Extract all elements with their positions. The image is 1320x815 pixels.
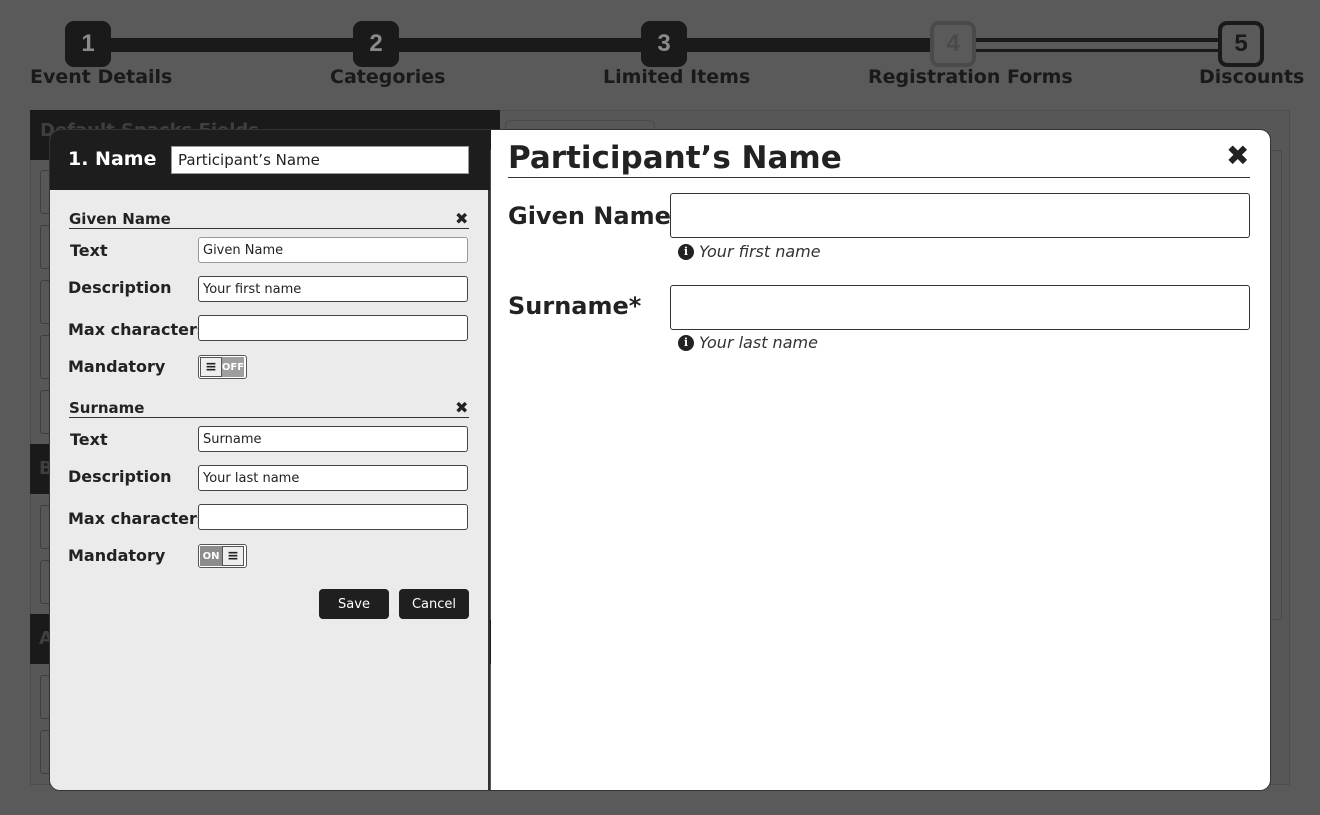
description-input[interactable] (198, 465, 468, 491)
info-icon: i (678, 334, 694, 351)
preview-field-help: i Your last name (678, 333, 818, 352)
description-label: Description (68, 467, 172, 486)
step-2-label[interactable]: Categories (330, 66, 445, 88)
cancel-button[interactable]: Cancel (399, 589, 469, 619)
preview-field-help: i Your first name (678, 242, 821, 261)
preview-help-text: Your last name (699, 333, 818, 352)
field-divider (69, 417, 469, 418)
preview-field-label: Surname* (508, 292, 642, 320)
mandatory-toggle[interactable]: ≡ OFF (198, 355, 247, 379)
wizard-stepper: 1 2 3 4 5 Event Details Categories Limit… (0, 0, 1320, 100)
field-editor-panel: 1. Name Given Name ✖ Text Description Ma… (50, 130, 490, 790)
preview-divider (508, 177, 1250, 178)
step-3-number[interactable]: 3 (641, 21, 687, 67)
max-characters-input[interactable] (198, 315, 468, 341)
text-input[interactable] (198, 426, 468, 452)
remove-field-close-icon[interactable]: ✖ (455, 400, 468, 416)
form-preview-panel: Participant’s Name ✖ Given Name i Your f… (491, 130, 1270, 790)
field-title-given-name: Given Name (69, 210, 171, 228)
step-3-label[interactable]: Limited Items (603, 66, 750, 88)
grip-lines-icon: ≡ (200, 357, 222, 377)
preview-surname-input[interactable] (670, 285, 1250, 330)
step-1-label[interactable]: Event Details (30, 66, 172, 88)
info-icon: i (678, 243, 694, 260)
step-connector-pending (970, 38, 1230, 52)
text-input[interactable] (198, 237, 468, 263)
step-5-label[interactable]: Discounts (1199, 66, 1304, 88)
field-divider (69, 228, 469, 229)
step-1-number[interactable]: 1 (65, 21, 111, 67)
group-name-input[interactable] (171, 146, 469, 174)
preview-title: Participant’s Name (508, 140, 842, 176)
editor-header: 1. Name (50, 130, 490, 190)
toggle-state-label: OFF (222, 357, 244, 377)
field-title-surname: Surname (69, 399, 145, 417)
text-label: Text (70, 430, 108, 449)
description-label: Description (68, 278, 172, 297)
step-connector (100, 38, 370, 52)
step-4-label[interactable]: Registration Forms (868, 66, 1073, 88)
mandatory-label: Mandatory (68, 357, 166, 376)
preview-given-name-input[interactable] (670, 193, 1250, 238)
preview-field-label: Given Name (508, 202, 671, 230)
max-characters-label: Max characters (68, 320, 207, 339)
step-4-number[interactable]: 4 (930, 21, 976, 67)
editor-title: 1. Name (68, 148, 157, 170)
step-connector (680, 38, 940, 52)
step-5-number[interactable]: 5 (1218, 21, 1264, 67)
max-characters-label: Max characters (68, 509, 207, 528)
max-characters-input[interactable] (198, 504, 468, 530)
save-button[interactable]: Save (319, 589, 389, 619)
text-label: Text (70, 241, 108, 260)
mandatory-label: Mandatory (68, 546, 166, 565)
step-connector (390, 38, 660, 52)
preview-help-text: Your first name (699, 242, 821, 261)
remove-field-close-icon[interactable]: ✖ (455, 211, 468, 227)
mandatory-toggle[interactable]: ON ≡ (198, 544, 247, 568)
toggle-state-label: ON (200, 546, 222, 566)
grip-lines-icon: ≡ (222, 546, 244, 566)
field-editor-modal: 1. Name Given Name ✖ Text Description Ma… (50, 130, 1270, 790)
close-modal-close-icon[interactable]: ✖ (1226, 142, 1249, 170)
description-input[interactable] (198, 276, 468, 302)
step-2-number[interactable]: 2 (353, 21, 399, 67)
